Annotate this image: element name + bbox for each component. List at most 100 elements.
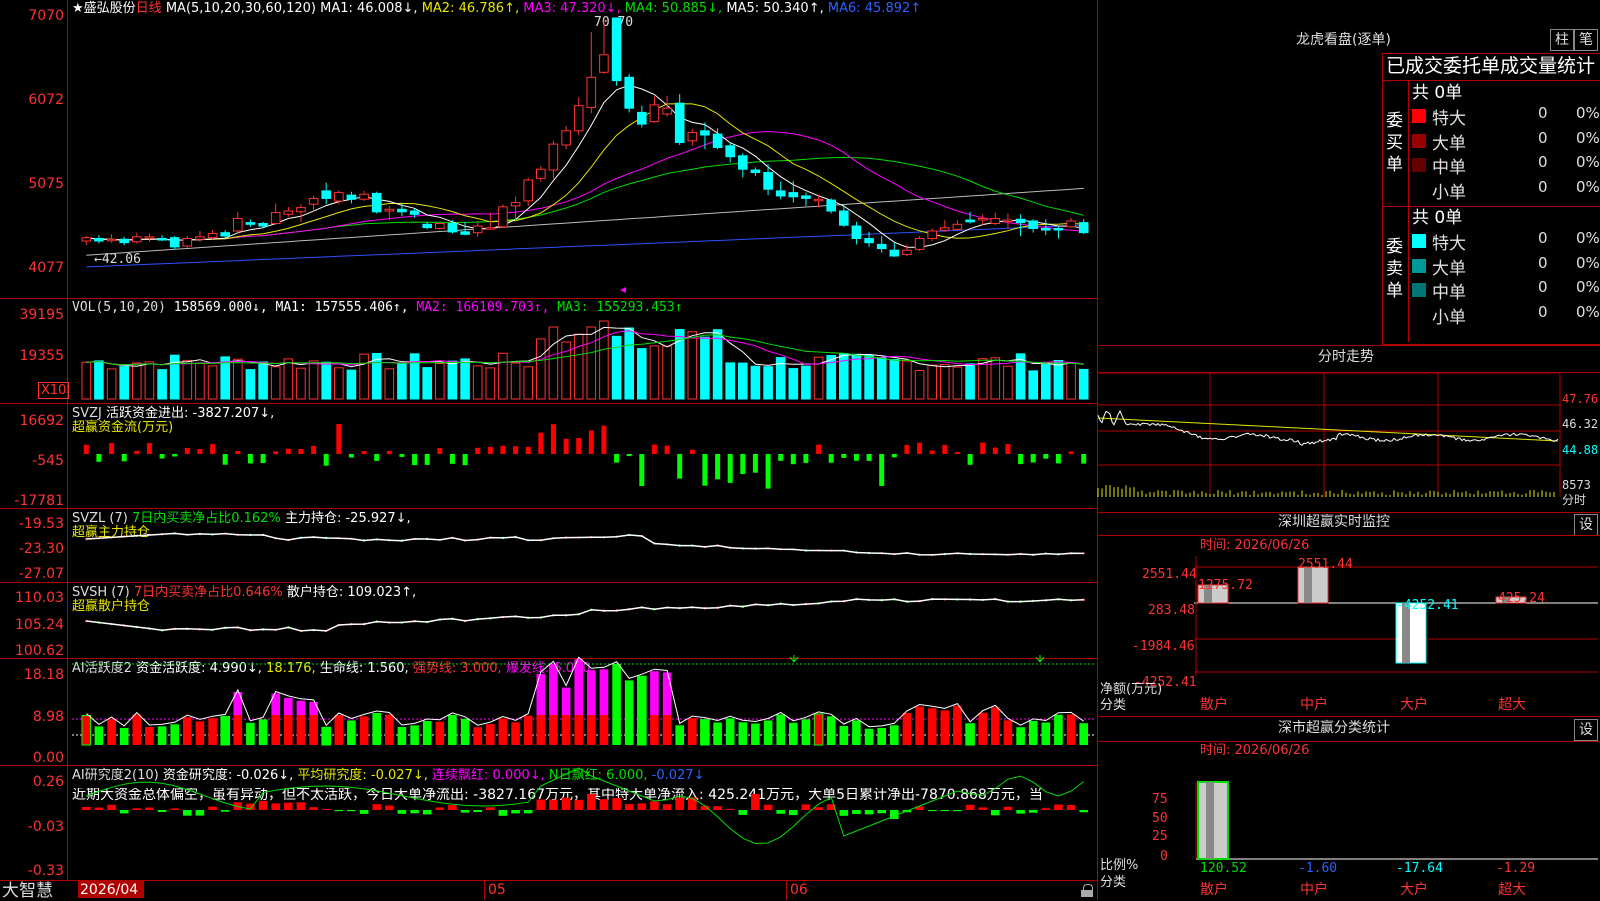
order-count: 0 <box>1538 253 1548 272</box>
activity-bar <box>700 719 710 746</box>
volume-bar <box>712 329 723 400</box>
volume-chart[interactable] <box>0 299 1098 403</box>
candle <box>586 76 597 108</box>
volume-bar <box>599 320 609 400</box>
volume-bar <box>864 355 874 400</box>
research-bar <box>612 798 621 810</box>
money-flow-bar <box>475 447 481 454</box>
candle <box>977 218 988 221</box>
activity-bar <box>650 671 659 715</box>
volume-bar <box>700 336 710 400</box>
research-bar <box>220 810 230 812</box>
research-bar <box>599 799 609 810</box>
volume-bar <box>624 327 635 400</box>
svzj-bar-chart[interactable] <box>0 404 1098 508</box>
buy-order-row: 大单 0 0% <box>1412 128 1600 154</box>
order-size-label: 大单 <box>1432 258 1466 279</box>
money-flow-bar <box>967 454 973 465</box>
money-flow-bar <box>816 444 822 454</box>
money-flow-bar <box>1030 454 1036 463</box>
activity-bar <box>296 700 306 715</box>
research-bar <box>852 810 861 815</box>
activity-bar <box>385 714 394 745</box>
candle <box>573 105 584 132</box>
money-flow-bar <box>992 447 998 454</box>
sell-order-row: 特大 0 0% <box>1412 229 1600 254</box>
activity-bar <box>549 663 558 715</box>
activity-bar <box>246 722 255 745</box>
research-bar <box>334 810 344 812</box>
stat-bar-chart[interactable] <box>1098 742 1600 900</box>
order-count: 0 <box>1538 278 1548 296</box>
activity-bar <box>473 727 482 745</box>
activity-bar <box>662 672 672 715</box>
money-flow-bar <box>677 454 683 479</box>
research-bar <box>814 807 823 810</box>
money-flow-bar <box>513 446 519 454</box>
research-bar <box>94 807 104 810</box>
money-flow-bar <box>311 445 317 454</box>
tick-view-button[interactable]: 笔 <box>1574 29 1598 51</box>
activity-bar <box>574 659 583 715</box>
monitor-bar-value: 2551.44 <box>1298 557 1353 572</box>
volume-bar <box>94 360 104 400</box>
money-flow-bar <box>235 451 241 454</box>
column-view-button[interactable]: 柱 <box>1550 29 1574 51</box>
order-size-label: 中单 <box>1432 158 1466 178</box>
research-line <box>86 767 1085 845</box>
monitor-category: 中户 <box>1300 697 1328 713</box>
candle <box>674 102 685 143</box>
ai2-bar-chart[interactable] <box>0 766 1098 880</box>
legend-swatch <box>1412 158 1426 172</box>
activity-bar <box>940 710 950 745</box>
money-flow-bar <box>1018 454 1024 465</box>
stat-settings-button[interactable]: 设 <box>1574 719 1598 741</box>
money-flow-bar <box>614 454 620 463</box>
candlestick-chart[interactable] <box>0 0 1098 298</box>
ai1-bar-chart[interactable] <box>0 655 1098 765</box>
volume-bar <box>334 367 344 400</box>
order-count: 0 <box>1538 128 1548 147</box>
volume-bar <box>586 326 597 400</box>
activity-bar <box>536 715 546 745</box>
buy-order-row: 小单 0 0% <box>1412 178 1600 203</box>
stat-bar-shade <box>1206 782 1214 859</box>
brand-logo[interactable]: 大智慧 <box>2 882 53 900</box>
date-label: 2026/04 <box>80 882 139 898</box>
stat-category: 散户 <box>1200 882 1228 898</box>
candle <box>498 206 508 228</box>
activity-bar <box>321 726 331 746</box>
svzl-line-chart[interactable] <box>0 509 1098 582</box>
activity-bar <box>864 728 874 745</box>
order-percent: 0% <box>1576 128 1600 147</box>
candle <box>561 130 571 146</box>
activity-bar <box>498 718 508 745</box>
intraday-chart[interactable] <box>1097 372 1600 511</box>
research-bar <box>119 810 129 814</box>
candle <box>384 208 395 212</box>
money-flow-bar <box>247 454 253 464</box>
money-flow-bar <box>83 444 89 454</box>
research-bar <box>473 810 482 812</box>
activity-bar <box>915 706 924 745</box>
candle <box>927 230 938 239</box>
activity-bar <box>195 721 205 745</box>
svsh-line-chart[interactable] <box>0 583 1098 658</box>
activity-bar <box>208 718 217 745</box>
fenshi-yaxis-label: 46.32 <box>1562 417 1599 431</box>
volume-bar <box>258 361 268 400</box>
research-bar <box>789 810 798 816</box>
chart-area[interactable]: ★盛弘股份日线 MA(5,10,20,30,60,120) MA1: 46.00… <box>0 0 1098 900</box>
buy-order-row: 中单 0 0% <box>1412 153 1600 178</box>
activity-bar <box>1016 727 1025 745</box>
order-percent: 0% <box>1576 302 1600 321</box>
candle <box>662 107 672 115</box>
activity-bar <box>978 712 987 745</box>
fenshi-title: 分时走势 <box>1318 349 1374 365</box>
activity-bar <box>271 715 280 745</box>
research-bar <box>208 806 217 810</box>
candle <box>599 54 609 73</box>
research-bar <box>82 807 91 810</box>
monitor-settings-button[interactable]: 设 <box>1574 514 1598 536</box>
research-bar <box>511 810 520 814</box>
